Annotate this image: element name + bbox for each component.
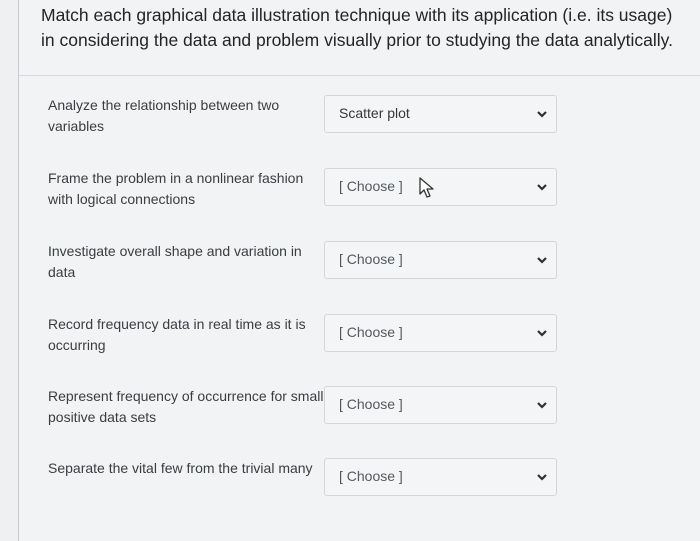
chevron-down-icon bbox=[537, 474, 547, 481]
answer-dropdown[interactable]: [ Choose ] bbox=[324, 168, 557, 206]
prompt-label: Analyze the relationship between two var… bbox=[48, 97, 280, 134]
answer-dropdown[interactable]: Scatter plot bbox=[324, 95, 557, 133]
dropdown-value: Scatter plot bbox=[339, 105, 410, 121]
match-row: Investigate overall shape and variation … bbox=[19, 241, 700, 313]
divider bbox=[19, 75, 700, 76]
chevron-down-icon bbox=[537, 257, 547, 264]
prompt-label: Record frequency data in real time as it… bbox=[48, 316, 306, 353]
match-row: Frame the problem in a nonlinear fashion… bbox=[19, 168, 700, 240]
dropdown-value: [ Choose ] bbox=[339, 396, 403, 412]
answer-dropdown[interactable]: [ Choose ] bbox=[324, 386, 557, 424]
prompt-label: Frame the problem in a nonlinear fashion… bbox=[48, 170, 304, 207]
chevron-down-icon bbox=[537, 330, 547, 337]
prompt-label: Separate the vital few from the trivial … bbox=[48, 460, 313, 476]
dropdown-value: [ Choose ] bbox=[339, 468, 403, 484]
mouse-pointer-icon bbox=[419, 177, 434, 198]
dropdown-value: [ Choose ] bbox=[339, 251, 403, 267]
answer-dropdown[interactable]: [ Choose ] bbox=[324, 314, 557, 352]
match-row: Analyze the relationship between two var… bbox=[19, 95, 700, 167]
chevron-down-icon bbox=[537, 402, 547, 409]
question-text: Match each graphical data illustration t… bbox=[41, 5, 673, 50]
match-row: Separate the vital few from the trivial … bbox=[19, 458, 700, 530]
dropdown-value: [ Choose ] bbox=[339, 324, 403, 340]
answer-dropdown[interactable]: [ Choose ] bbox=[324, 241, 557, 279]
prompt-label: Investigate overall shape and variation … bbox=[48, 243, 302, 280]
chevron-down-icon bbox=[537, 184, 547, 191]
chevron-down-icon bbox=[537, 111, 547, 118]
dropdown-value: [ Choose ] bbox=[339, 178, 403, 194]
answer-dropdown[interactable]: [ Choose ] bbox=[324, 458, 557, 496]
question-panel: Match each graphical data illustration t… bbox=[18, 0, 700, 541]
prompt-label: Represent frequency of occurrence for sm… bbox=[48, 388, 324, 425]
match-row: Record frequency data in real time as it… bbox=[19, 314, 700, 386]
match-row: Represent frequency of occurrence for sm… bbox=[19, 386, 700, 458]
